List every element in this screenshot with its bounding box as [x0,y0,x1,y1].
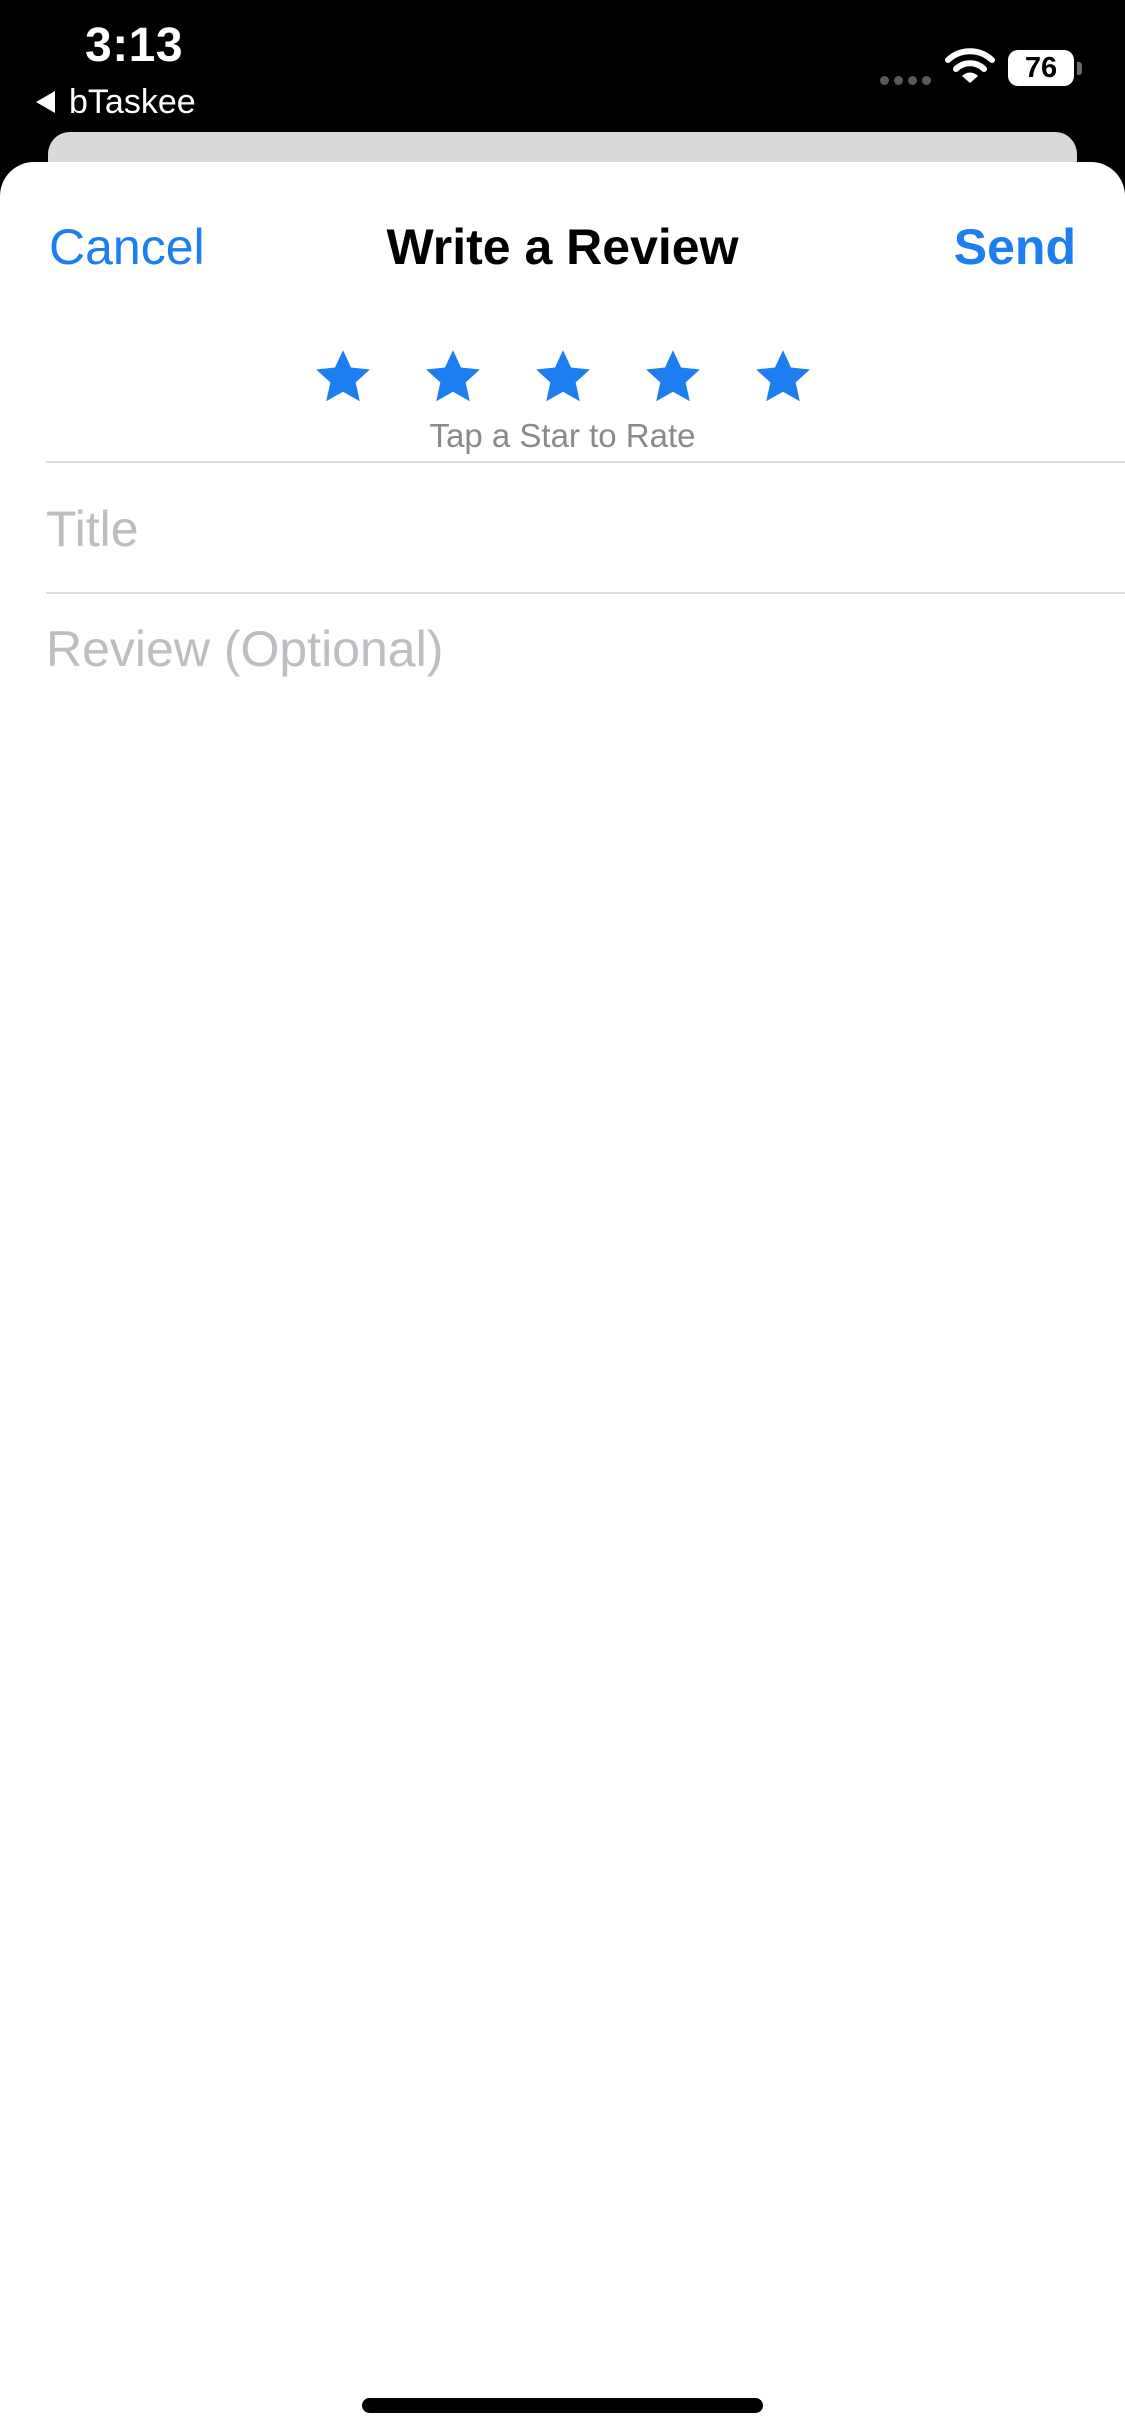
battery-cap [1077,62,1082,75]
cellular-signal-icon [880,76,931,85]
divider [46,592,1125,594]
battery-level: 76 [1024,51,1058,84]
star-2-icon[interactable] [422,346,484,408]
divider [46,461,1125,463]
review-field[interactable]: Review (Optional) [46,620,1085,678]
star-rating [0,346,1125,408]
home-indicator[interactable] [362,2398,763,2413]
star-1-icon[interactable] [312,346,374,408]
write-review-sheet: Cancel Write a Review Send Tap a Star to… [0,162,1125,2436]
star-4-icon[interactable] [642,346,704,408]
wifi-icon [945,48,995,83]
back-triangle-icon [36,91,55,113]
back-app-label: bTaskee [69,83,196,121]
rating-hint: Tap a Star to Rate [429,417,696,454]
back-to-app-button[interactable]: bTaskee [36,82,196,122]
title-field[interactable]: Title [46,500,1085,558]
star-5-icon[interactable] [752,346,814,408]
star-3-icon[interactable] [532,346,594,408]
send-button[interactable]: Send [954,218,1076,276]
cancel-button[interactable]: Cancel [49,218,205,276]
battery-icon: 76 [1008,50,1074,86]
status-time: 3:13 [85,19,184,72]
